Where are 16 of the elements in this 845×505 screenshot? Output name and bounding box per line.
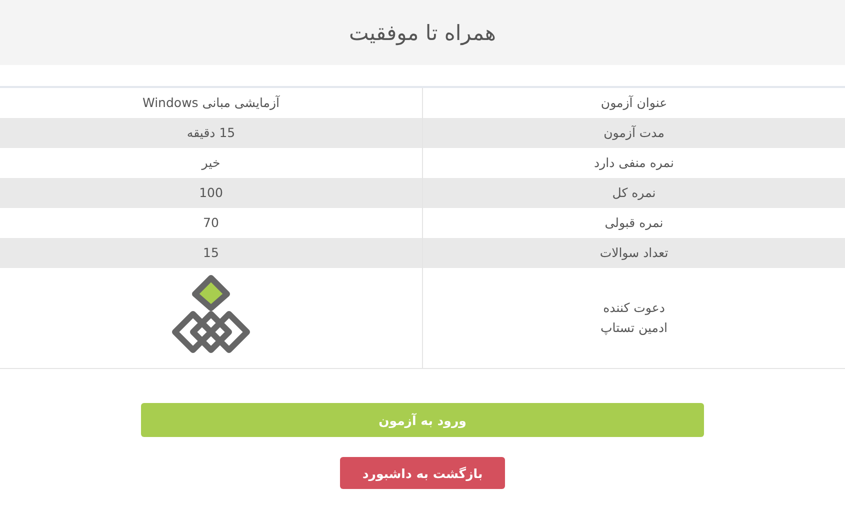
row-label: عنوان آزمون [600, 94, 668, 112]
row-value: آزمایشی مبانی Windows [142, 94, 280, 112]
row-label: نمره کل [612, 184, 656, 202]
row-label: مدت آزمون [604, 124, 664, 142]
row-label: دعوت کننده [603, 299, 665, 317]
row-value: 70 [203, 214, 219, 232]
back-button[interactable]: بازگشت به داشبورد [340, 457, 505, 489]
row-value: خیر [202, 154, 220, 172]
row-label: نمره منفی دارد [594, 154, 674, 172]
row-label: تعداد سوالات [600, 244, 668, 262]
row-value: 15 [203, 244, 219, 262]
row-value: 15 دقیقه [186, 124, 236, 142]
row-value: 100 [199, 184, 223, 202]
page-title: همراه تا موفقیت [349, 20, 496, 44]
row-label: نمره قبولی [604, 214, 664, 232]
row-label: ادمین تستاپ [600, 319, 668, 337]
